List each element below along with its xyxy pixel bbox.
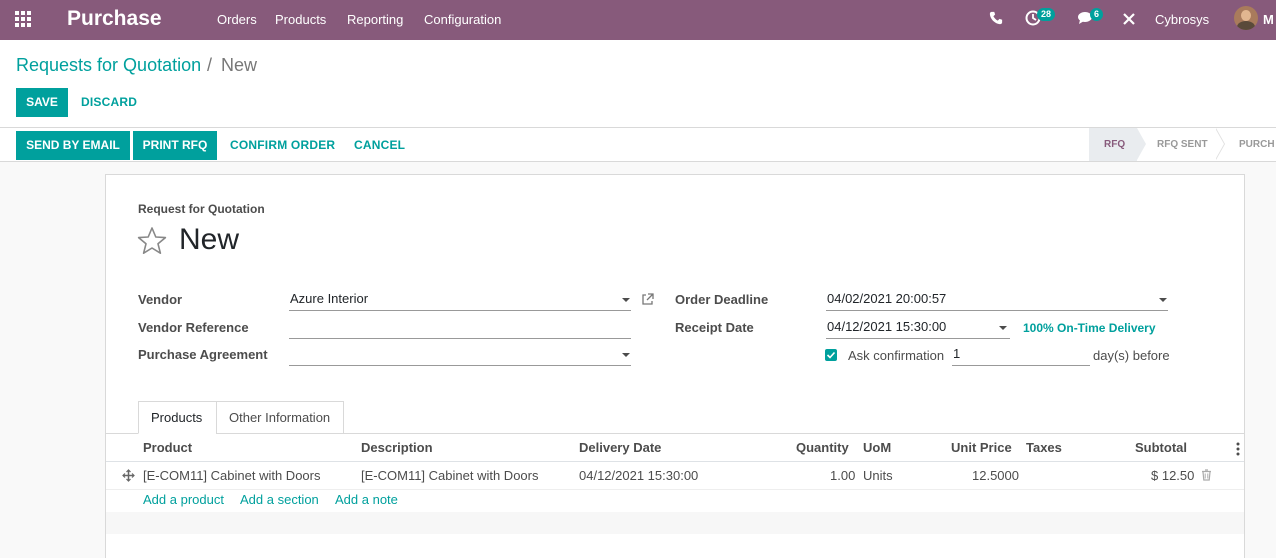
tab-products[interactable]: Products xyxy=(138,401,217,434)
row-delivery-date[interactable]: 04/12/2021 15:30:00 xyxy=(579,468,698,483)
vendor-reference-label: Vendor Reference xyxy=(138,320,249,335)
on-time-delivery-link[interactable]: 100% On-Time Delivery xyxy=(1023,321,1156,335)
breadcrumb-separator: / xyxy=(207,55,213,75)
column-product[interactable]: Product xyxy=(143,440,192,455)
row-uom[interactable]: Units xyxy=(863,468,893,483)
receipt-date-field[interactable]: 04/12/2021 15:30:00 xyxy=(826,315,1010,339)
phone-icon[interactable] xyxy=(989,11,1003,28)
external-link-icon[interactable] xyxy=(641,293,654,309)
ask-confirmation-checkbox[interactable] xyxy=(825,349,837,361)
ask-confirmation-label: Ask confirmation xyxy=(848,348,945,363)
empty-row xyxy=(106,512,1244,534)
agreement-dropdown-icon[interactable] xyxy=(622,353,630,357)
add-section-link[interactable]: Add a section xyxy=(240,492,319,507)
activity-badge: 28 xyxy=(1037,8,1056,21)
column-description[interactable]: Description xyxy=(361,440,433,455)
menu-configuration[interactable]: Configuration xyxy=(424,12,501,27)
control-panel: Requests for Quotation / New SAVE DISCAR… xyxy=(0,40,1276,128)
stage-purchase-order[interactable]: PURCH xyxy=(1239,128,1276,161)
form-sheet: Request for Quotation New Vendor Azure I… xyxy=(105,174,1245,558)
send-by-email-button[interactable]: SEND BY EMAIL xyxy=(16,131,130,160)
row-divider xyxy=(106,489,1244,490)
row-subtotal: $ 12.50 xyxy=(1151,468,1195,483)
menu-reporting[interactable]: Reporting xyxy=(347,12,403,27)
stage-arrow xyxy=(1215,128,1224,160)
discard-button[interactable]: DISCARD xyxy=(81,88,137,117)
column-subtotal[interactable]: Subtotal xyxy=(1135,440,1187,455)
menu-orders[interactable]: Orders xyxy=(217,12,257,27)
ask-days-field[interactable]: 1 xyxy=(952,342,1090,366)
top-navbar: Purchase Orders Products Reporting Confi… xyxy=(0,0,1276,40)
save-button[interactable]: SAVE xyxy=(16,88,68,117)
order-deadline-field[interactable]: 04/02/2021 20:00:57 xyxy=(826,287,1168,311)
row-product[interactable]: [E-COM11] Cabinet with Doors xyxy=(143,468,321,483)
star-icon[interactable] xyxy=(137,226,167,258)
receipt-dropdown-icon[interactable] xyxy=(999,326,1007,330)
optional-columns-icon[interactable] xyxy=(1236,442,1240,459)
document-type-label: Request for Quotation xyxy=(138,202,265,216)
user-avatar[interactable] xyxy=(1234,6,1258,30)
menu-products[interactable]: Products xyxy=(275,12,326,27)
breadcrumb-parent[interactable]: Requests for Quotation xyxy=(16,55,201,76)
add-note-link[interactable]: Add a note xyxy=(335,492,398,507)
column-quantity[interactable]: Quantity xyxy=(796,440,849,455)
apps-menu-icon[interactable] xyxy=(15,11,35,29)
company-switcher[interactable]: Cybrosys xyxy=(1155,12,1209,27)
delete-row-icon[interactable] xyxy=(1201,469,1212,484)
add-product-link[interactable]: Add a product xyxy=(143,492,224,507)
column-delivery-date[interactable]: Delivery Date xyxy=(579,440,661,455)
user-name[interactable]: M xyxy=(1263,12,1274,27)
column-uom[interactable]: UoM xyxy=(863,440,891,455)
row-description[interactable]: [E-COM11] Cabinet with Doors xyxy=(361,468,539,483)
stage-arrow xyxy=(1137,128,1146,160)
row-unit-price[interactable]: 12.5000 xyxy=(972,468,1019,483)
stage-rfq-sent[interactable]: RFQ SENT xyxy=(1157,128,1208,161)
confirm-order-button[interactable]: CONFIRM ORDER xyxy=(230,131,335,160)
receipt-date-label: Receipt Date xyxy=(675,320,754,335)
column-taxes[interactable]: Taxes xyxy=(1026,440,1062,455)
form-statusbar: SEND BY EMAIL PRINT RFQ CONFIRM ORDER CA… xyxy=(0,128,1276,162)
row-quantity[interactable]: 1.00 xyxy=(830,468,855,483)
message-badge: 6 xyxy=(1090,8,1104,21)
stage-rfq[interactable]: RFQ xyxy=(1089,128,1137,161)
vendor-label: Vendor xyxy=(138,292,183,307)
cancel-button[interactable]: CANCEL xyxy=(354,131,405,160)
order-name: New xyxy=(179,223,240,256)
vendor-dropdown-icon[interactable] xyxy=(622,298,630,302)
purchase-agreement-field[interactable] xyxy=(289,342,631,366)
order-deadline-label: Order Deadline xyxy=(675,292,769,307)
print-rfq-button[interactable]: PRINT RFQ xyxy=(133,131,217,160)
vendor-field[interactable]: Azure Interior xyxy=(289,287,631,311)
days-before-label: day(s) before xyxy=(1093,348,1170,363)
tab-other-information[interactable]: Other Information xyxy=(216,401,344,434)
purchase-agreement-label: Purchase Agreement xyxy=(138,347,268,362)
breadcrumb-current: New xyxy=(221,55,258,75)
app-title[interactable]: Purchase xyxy=(67,7,162,31)
deadline-dropdown-icon[interactable] xyxy=(1159,298,1167,302)
column-unit-price[interactable]: Unit Price xyxy=(951,440,1012,455)
drag-handle-icon[interactable] xyxy=(122,469,135,485)
vendor-reference-field[interactable] xyxy=(289,315,631,339)
tools-icon[interactable] xyxy=(1122,12,1136,29)
header-divider xyxy=(106,461,1244,462)
